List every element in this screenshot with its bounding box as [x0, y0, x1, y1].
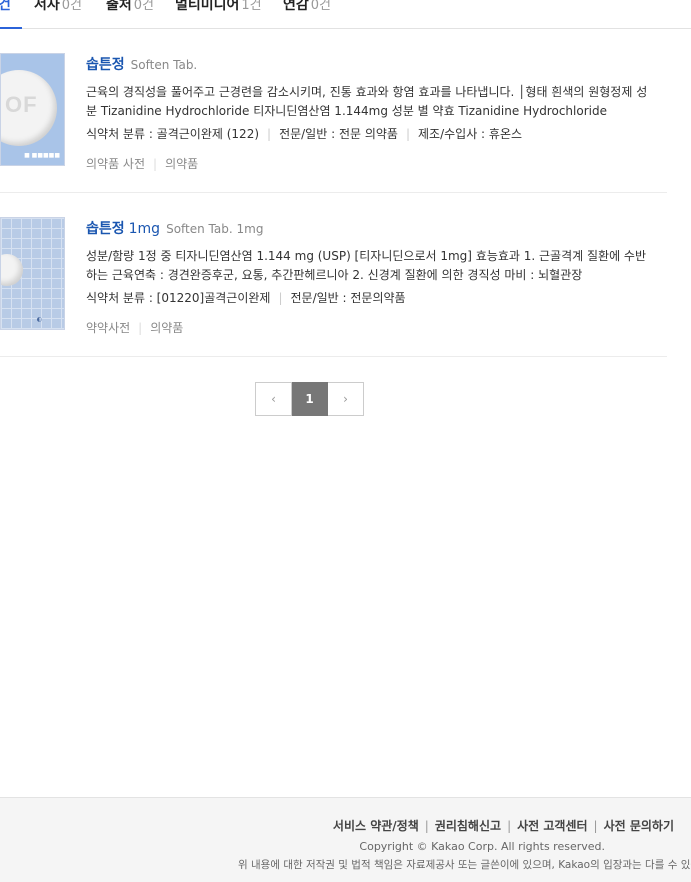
result-content: 솝튼정 Soften Tab. 근육의 경직성을 풀어주고 근경련을 감소시키며,… — [86, 54, 656, 172]
meta-manufacturer: 제조/수입사 : 휴온스 — [418, 127, 523, 141]
category-link[interactable]: 약약사전 — [86, 321, 130, 335]
category-tabs: 건 서사 0건 출처 0건 멀티미디어 1건 연감 0건 — [0, 0, 691, 29]
meta-type: 전문/일반 : 전문 의약품 — [279, 127, 398, 141]
meta-type: 전문/일반 : 전문의약품 — [290, 291, 406, 305]
result-title-link[interactable]: 솝튼정 — [86, 57, 125, 73]
copyright-text: Copyright © Kakao Corp. All rights reser… — [359, 840, 605, 853]
tab-count: 0건 — [133, 0, 154, 13]
category-link[interactable]: 의약품 사전 — [86, 157, 145, 171]
tab-source[interactable]: 출처 0건 — [106, 0, 154, 14]
provider-watermark: ◐ — [36, 316, 42, 323]
result-meta: 식약처 분류 : 골격근이완제 (122) | 전문/일반 : 전문 의약품 | 제조/… — [86, 127, 523, 141]
footer-link-support[interactable]: 사전 고객센터 — [517, 819, 587, 833]
result-title-link[interactable]: 솝튼정 — [86, 221, 125, 237]
tab-label: 서사 — [34, 0, 60, 13]
footer-links: 서비스 약관/정책 | 권리침해신고 | 사전 고객센터 | 사전 문의하기 — [332, 819, 674, 833]
category-link[interactable]: 의약품 — [150, 321, 183, 335]
result-categories: 약약사전 | 의약품 — [86, 321, 184, 335]
prev-page-button[interactable]: ‹ — [255, 382, 292, 416]
result-categories: 의약품 사전 | 의약품 — [86, 157, 199, 171]
tab-count: 1건 — [241, 0, 262, 13]
next-page-button[interactable]: › — [328, 382, 364, 416]
meta-classification: 식약처 분류 : [01220]골격근이완제 — [86, 291, 271, 305]
pill-image — [1, 254, 23, 286]
search-result-item: OF ■ ■■■■■ 솝튼정 Soften Tab. 근육의 경직성을 풀어주고 … — [0, 28, 667, 193]
result-thumbnail[interactable]: ◐ — [0, 217, 65, 330]
tab-count: 0건 — [61, 0, 82, 13]
disclaimer-text: 위 내용에 대한 저작권 및 법적 책임은 자료제공사 또는 글쓴이에 있으며,… — [238, 859, 691, 871]
page-number-current[interactable]: 1 — [292, 382, 328, 416]
result-meta: 식약처 분류 : [01220]골격근이완제 | 전문/일반 : 전문의약품 — [86, 291, 406, 305]
tab-label: 건 — [0, 0, 11, 13]
category-link[interactable]: 의약품 — [165, 157, 198, 171]
tab-yearbook[interactable]: 연감 0건 — [283, 0, 331, 14]
tab-author[interactable]: 서사 0건 — [34, 0, 82, 14]
footer-link-report[interactable]: 권리침해신고 — [435, 819, 501, 833]
pill-imprint: OF — [5, 92, 38, 117]
tab-count: 0건 — [310, 0, 331, 13]
result-description: 성분/함량 1정 중 티자니딘염산염 1.144 mg (USP) [티자니딘으… — [86, 249, 647, 282]
meta-classification: 식약처 분류 : 골격근이완제 (122) — [86, 127, 260, 141]
result-description: 근육의 경직성을 풀어주고 근경련을 감소시키며, 진통 효과와 항염 효과를 … — [86, 85, 648, 118]
result-title-row: 솝튼정 1mg Soften Tab. 1mg — [86, 218, 656, 238]
result-title-row: 솝튼정 Soften Tab. — [86, 54, 656, 74]
tab-multimedia[interactable]: 멀티미디어 1건 — [175, 0, 262, 14]
provider-watermark: ■ ■■■■■ — [24, 152, 60, 159]
search-result-item: ◐ 솝튼정 1mg Soften Tab. 1mg 성분/함량 1정 중 티자니딘염… — [0, 192, 667, 357]
footer-link-inquiry[interactable]: 사전 문의하기 — [604, 819, 674, 833]
result-subtitle: Soften Tab. — [130, 58, 198, 72]
tab-all[interactable]: 건 — [0, 0, 11, 14]
result-subtitle: Soften Tab. 1mg — [166, 222, 264, 236]
tab-label: 연감 — [283, 0, 309, 13]
pagination: ‹ 1 › — [255, 382, 364, 416]
tab-label: 멀티미디어 — [175, 0, 240, 13]
result-thumbnail[interactable]: OF ■ ■■■■■ — [0, 53, 65, 166]
footer-link-terms[interactable]: 서비스 약관/정책 — [333, 819, 419, 833]
footer: 서비스 약관/정책 | 권리침해신고 | 사전 고객센터 | 사전 문의하기 Copyrig… — [0, 797, 691, 882]
result-title-strength[interactable]: 1mg — [129, 221, 160, 237]
tab-label: 출처 — [106, 0, 132, 13]
result-content: 솝튼정 1mg Soften Tab. 1mg 성분/함량 1정 중 티자니딘염산염… — [86, 218, 656, 336]
